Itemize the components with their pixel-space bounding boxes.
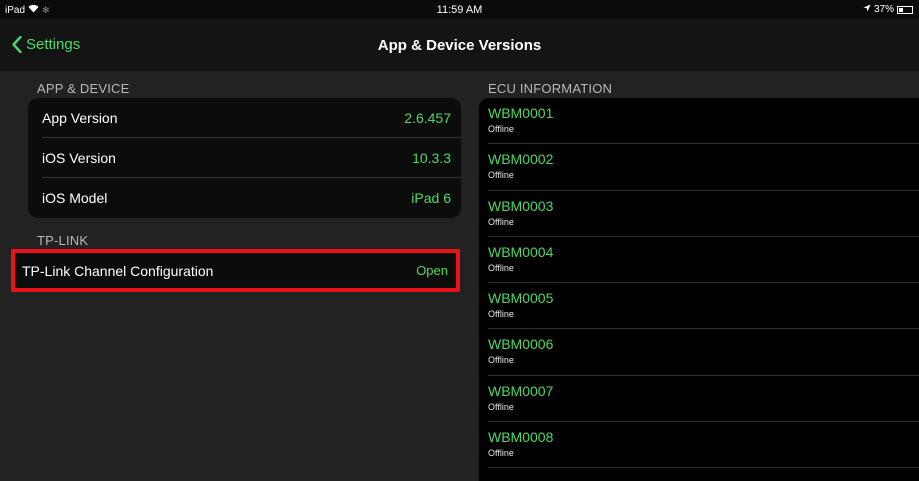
ecu-name: WBM0006 — [488, 336, 554, 353]
ecu-name: WBM0002 — [488, 151, 554, 168]
ecu-name: WBM0003 — [488, 197, 554, 214]
ecu-status: Offline — [488, 216, 514, 227]
app-version-value: 2.6.457 — [404, 110, 451, 126]
ecu-name: WBM0005 — [488, 290, 554, 307]
ios-model-label: iOS Model — [42, 190, 108, 206]
ios-model-value: iPad 6 — [411, 190, 451, 206]
app-version-row[interactable]: App Version 2.6.457 — [28, 98, 461, 138]
section-header-ecu: ECU INFORMATION — [488, 81, 613, 96]
section-header-tp-link: TP-LINK — [37, 233, 89, 248]
battery-percent: 37% — [873, 4, 894, 15]
ecu-status: Offline — [488, 262, 514, 273]
ios-version-label: iOS Version — [42, 150, 116, 166]
highlight-box — [11, 249, 460, 292]
status-right: 37% — [863, 4, 913, 15]
status-bar: iPad ✻ 11:59 AM 37% — [0, 0, 919, 19]
page-title: App & Device Versions — [377, 37, 542, 54]
battery-fill — [899, 7, 903, 12]
ecu-item-wbm0008[interactable]: WBM0008 Offline — [479, 422, 919, 469]
ios-version-row[interactable]: iOS Version 10.3.3 — [28, 138, 461, 178]
ecu-name: WBM0004 — [488, 243, 554, 260]
ecu-item-wbm0006[interactable]: WBM0006 Offline — [479, 329, 919, 377]
app-version-label: App Version — [42, 110, 118, 126]
ecu-status: Offline — [488, 170, 514, 181]
section-header-app-device: APP & DEVICE — [37, 81, 130, 96]
status-time: 11:59 AM — [436, 4, 483, 16]
navigation-bar: Settings App & Device Versions — [0, 19, 919, 71]
battery-icon — [897, 5, 913, 14]
ecu-name: WBM0008 — [488, 429, 554, 446]
ecu-item-wbm0001[interactable]: WBM0001 Offline — [479, 98, 919, 145]
ecu-item-wbm0004[interactable]: WBM0004 Offline — [479, 237, 919, 284]
ecu-name: WBM0007 — [488, 382, 554, 399]
ecu-status: Offline — [488, 448, 514, 459]
ecu-status: Offline — [488, 309, 514, 320]
ecu-name: WBM0001 — [488, 105, 554, 121]
location-icon — [863, 4, 871, 15]
ecu-item-wbm0007[interactable]: WBM0007 Offline — [479, 376, 919, 423]
app-device-group: App Version 2.6.457 iOS Version 10.3.3 i… — [28, 98, 461, 218]
ecu-status: Offline — [488, 124, 514, 134]
ios-model-row[interactable]: iOS Model iPad 6 — [28, 178, 461, 218]
ecu-item-wbm0003[interactable]: WBM0003 Offline — [479, 191, 919, 238]
ecu-list: WBM0001 Offline WBM0002 Offline WBM0003 … — [479, 98, 919, 481]
ecu-item-wbm0002[interactable]: WBM0002 Offline — [479, 144, 919, 191]
ios-version-value: 10.3.3 — [412, 150, 451, 166]
ecu-status: Offline — [488, 355, 514, 366]
ecu-item-wbm0005[interactable]: WBM0005 Offline — [479, 283, 919, 330]
ecu-status: Offline — [488, 401, 514, 412]
